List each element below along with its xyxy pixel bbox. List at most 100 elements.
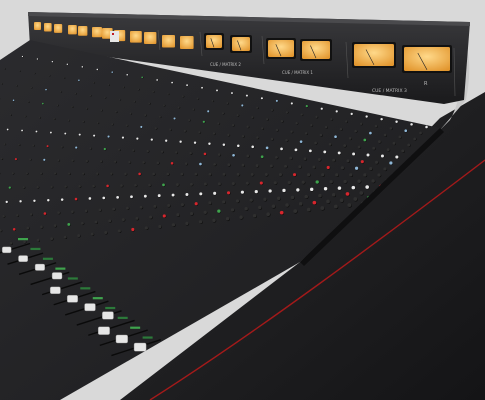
channel-knob [118,98,121,101]
channel-knob [346,159,350,163]
channel-knob [141,76,143,79]
channel-knob [359,191,364,195]
channel-knob [208,201,212,205]
channel-knob [82,120,85,123]
channel-knob [290,130,293,133]
vu-meter-face [232,37,250,51]
channel-knob [158,224,162,229]
channel-knob [57,159,60,162]
channel-knob [301,180,305,184]
channel-knob [263,197,267,201]
led-meter-strip [130,326,141,329]
channel-knob [33,72,36,75]
channel-knob [386,148,390,152]
channel-knob [110,172,113,176]
channel-knob [280,120,284,123]
channel-knob [154,127,157,130]
channel-knob [222,200,226,204]
channel-knob [208,142,211,145]
channel-knob [298,202,303,206]
channel-knob [241,163,245,167]
channel-knob [94,220,98,224]
channel-knob [43,212,47,215]
channel-knob [199,162,202,166]
channel-knob [326,199,330,204]
channel-knob [377,173,381,177]
channel-knob [383,167,387,171]
channel-knob [64,132,67,135]
channel-knob [282,188,286,193]
channel-knob [308,149,312,153]
channel-knob [222,143,226,147]
channel-knob [369,131,372,135]
fader-cap [133,342,147,352]
channel-knob [255,164,259,167]
channel-knob [287,180,291,185]
channel-knob [401,149,405,153]
channel-knob [275,99,278,102]
channel-knob [176,213,180,217]
channel-knob [371,179,375,183]
channel-knob [343,179,347,184]
channel-knob [318,193,322,198]
channel-knob [50,237,54,241]
channel-knob [77,234,81,238]
channel-knob [5,200,8,204]
channel-knob [78,185,81,188]
channel-knob [198,131,201,134]
channel-knob [321,173,325,177]
channel-knob [236,114,239,117]
channel-knob [410,123,413,126]
channel-knob [337,186,342,190]
channel-knob [171,193,175,197]
channel-knob [375,160,379,164]
channel-knob [250,172,254,176]
channel-knob [312,165,316,169]
channel-knob [179,140,182,143]
channel-knob [268,189,272,193]
channel-knob [27,101,30,103]
channel-knob [216,89,218,92]
channel-knob [236,172,240,176]
channel-knob [323,150,327,154]
channel-knob [12,99,15,102]
channel-knob [275,156,278,159]
channel-knob [78,79,80,81]
channel-knob [203,182,207,186]
channel-knob [303,157,307,161]
channel-knob [190,182,193,186]
channel-knob [68,172,71,175]
channel-knob [279,210,284,215]
vu-meter-face [404,47,450,71]
channel-knob [231,92,233,94]
channel-knob [112,207,116,211]
channel-knob [357,145,361,149]
channel-knob [333,204,338,209]
channel-knob [149,215,153,219]
channel-knob [30,86,33,89]
channel-knob [425,125,428,129]
channel-knob [369,167,373,171]
channel-knob [12,227,16,231]
channel-knob [96,68,99,71]
channel-knob [347,203,352,207]
channel-knob [212,132,216,135]
channel-knob [254,189,258,194]
channel-knob [66,63,69,65]
vu-meter-small [92,27,102,38]
channel-knob [404,129,408,133]
channel-knob [67,223,71,226]
channel-knob [315,115,318,119]
vu-meter-small [180,36,194,49]
channel-knob [166,172,170,176]
vu-meter-small [34,22,41,30]
channel-knob [266,212,270,217]
channel-knob [84,209,88,213]
channel-knob [240,190,244,194]
brand-logo-plate [110,31,119,42]
channel-knob [36,185,39,189]
channel-knob [53,117,56,120]
channel-knob [158,115,161,118]
channel-knob [4,68,6,70]
channel-knob [89,147,92,150]
